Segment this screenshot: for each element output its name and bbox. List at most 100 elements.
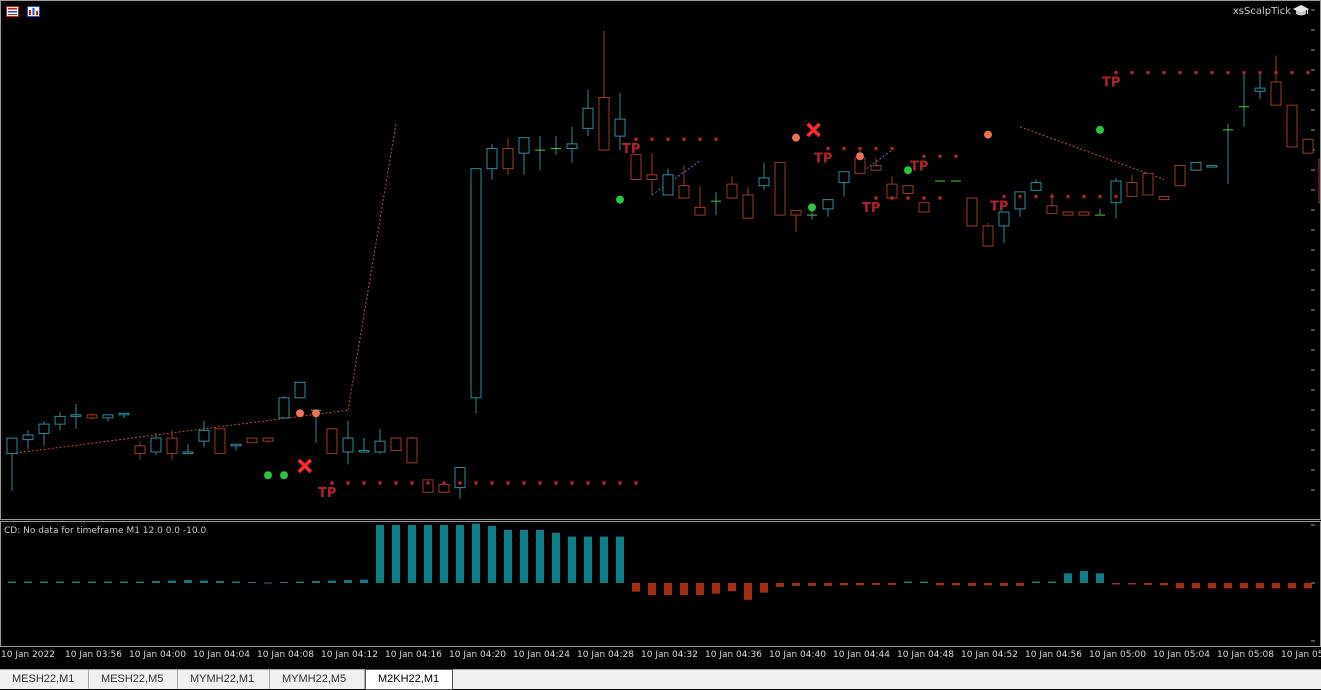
candle (535, 136, 545, 171)
candle (566, 126, 578, 163)
histogram-bar (392, 525, 400, 583)
candle-body (150, 437, 162, 453)
candle-body (1126, 182, 1138, 198)
histogram-bar (72, 581, 80, 583)
histogram-bar (536, 529, 544, 583)
tp-dot (538, 481, 542, 485)
chart-tab[interactable]: MYMH22,M1 (178, 670, 270, 689)
trade-line (651, 160, 701, 196)
chart-tab[interactable]: MESH22,M1 (0, 670, 89, 689)
candle-body (902, 185, 914, 194)
tp-dot (1002, 194, 1006, 199)
histogram-bar (920, 581, 928, 583)
histogram-bar (440, 525, 448, 583)
histogram-bar (1096, 573, 1104, 583)
tp-dot (442, 481, 446, 485)
sell-signal-dot (856, 152, 864, 161)
candle-body (390, 437, 402, 451)
histogram-bar (616, 536, 624, 583)
candle (742, 187, 754, 219)
graduation-cap-icon[interactable] (1293, 5, 1309, 17)
candle (390, 437, 402, 451)
candle (790, 209, 802, 233)
histogram-bar (1080, 570, 1088, 583)
candle-body (790, 209, 802, 216)
candle-body (262, 437, 274, 442)
histogram-bar (56, 581, 64, 583)
histogram-bar (584, 536, 592, 583)
histogram-bar (88, 581, 96, 583)
histogram-bar (1224, 583, 1232, 589)
histogram-bar (504, 529, 512, 583)
candle (246, 437, 258, 444)
tp-label: TP (814, 152, 832, 167)
histogram-bar (1256, 583, 1264, 589)
candle (470, 168, 482, 414)
histogram-bar (1192, 583, 1200, 589)
histogram-bar (1048, 581, 1056, 583)
candle-body (774, 161, 786, 216)
histogram-bar (376, 525, 384, 583)
time-axis-label: 10 Jan 04:20 (449, 650, 506, 660)
candle-body (294, 381, 306, 399)
candle (1062, 211, 1074, 216)
candle (870, 157, 882, 171)
candle-body (598, 96, 610, 151)
histogram-bar (568, 536, 576, 583)
candle (150, 433, 162, 456)
candle-body (694, 206, 706, 216)
candle-body (6, 437, 18, 455)
candle (1254, 71, 1266, 99)
histogram-bar (1208, 583, 1216, 589)
tp-dot (650, 137, 654, 142)
indicator-subwindow[interactable] (0, 521, 1321, 647)
tp-dot (954, 154, 958, 159)
candle (294, 381, 306, 399)
histogram-bar (968, 583, 976, 586)
candle-body (758, 177, 770, 187)
histogram-bar (24, 581, 32, 583)
time-axis-label: 10 Jan 05:00 (1089, 650, 1146, 660)
tp-dot (714, 137, 718, 142)
candle (662, 168, 674, 196)
chart-tab[interactable]: MYMH22,M5 (270, 670, 365, 689)
time-axis-label: 10 Jan 04:48 (897, 650, 954, 660)
tp-dot (490, 481, 494, 485)
histogram-bar (136, 581, 144, 583)
histogram-bar (520, 529, 528, 583)
candle-body (102, 414, 114, 419)
candle (198, 421, 210, 448)
candle (582, 89, 594, 137)
histogram-bar (1176, 583, 1184, 589)
candle-body (438, 484, 450, 493)
tp-dot (554, 481, 558, 485)
tp-dot (1274, 70, 1278, 75)
tp-dot (1050, 194, 1054, 199)
candle-body (1206, 165, 1218, 168)
expert-advisor-name[interactable]: xsScalpTick (1233, 6, 1291, 17)
histogram-bar (408, 525, 416, 583)
histogram-bar (424, 525, 432, 583)
tp-dot (906, 196, 910, 200)
candle (630, 154, 642, 180)
tp-dot (842, 146, 846, 151)
histogram-bar (936, 583, 944, 586)
tp-dot (874, 146, 878, 151)
histogram-bar (104, 581, 112, 583)
candle (1206, 165, 1218, 168)
tp-dot (698, 137, 702, 142)
candle-body (518, 137, 530, 154)
histogram-bar (824, 583, 832, 586)
buy-signal-dot (264, 471, 272, 480)
chart-tab[interactable]: MESH22,M5 (89, 670, 178, 689)
candle (86, 413, 98, 420)
candle (711, 191, 721, 216)
histogram-bar (1272, 583, 1280, 589)
candle (230, 443, 242, 451)
tp-dot (1018, 194, 1022, 199)
candle-body (870, 165, 882, 171)
candle-body (630, 154, 642, 180)
tp-dot (586, 481, 590, 485)
chart-tab[interactable]: M2KH22,M1 (365, 669, 453, 690)
price-chart[interactable]: TP TP TP TP TP TP TP (0, 0, 1321, 520)
